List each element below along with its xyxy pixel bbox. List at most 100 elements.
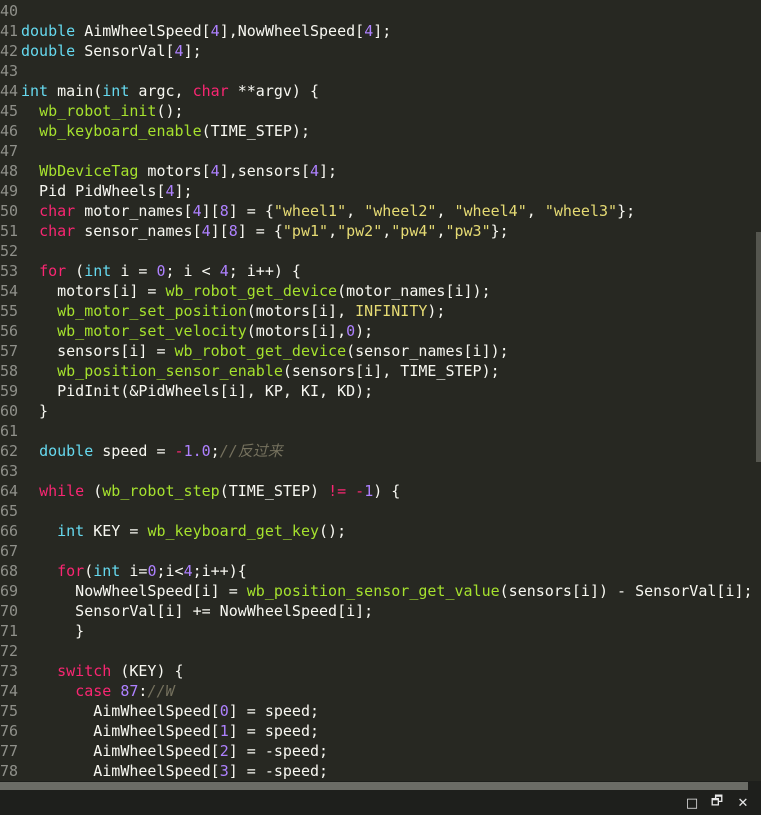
code-line[interactable]: 77 AimWheelSpeed[2] = -speed; [0,741,328,761]
code-line[interactable]: 60 } [0,401,48,421]
line-number: 43 [0,62,19,80]
code-line[interactable]: 42 double SensorVal[4]; [0,41,202,61]
code-line[interactable]: 44 int main(int argc, char **argv) { [0,81,319,101]
code-line[interactable]: 46 wb_keyboard_enable(TIME_STEP); [0,121,310,141]
code-line[interactable]: 64 while (wb_robot_step(TIME_STEP) != -1… [0,481,400,501]
line-number: 44 [0,82,19,100]
code-line[interactable]: 65 [0,501,21,521]
code-token: "wheel4" [454,202,527,220]
code-line[interactable]: 41 double AimWheelSpeed[4],NowWheelSpeed[… [0,21,391,41]
code-line[interactable]: 48 WbDeviceTag motors[4],sensors[4]; [0,161,337,181]
horizontal-scrollbar-thumb[interactable] [0,782,748,790]
code-line[interactable]: 55 wb_motor_set_position(motors[i], INFI… [0,301,445,321]
code-line[interactable]: 40 [0,1,21,21]
code-line[interactable]: 73 switch (KEY) { [0,661,184,681]
code-token: ]; [183,42,202,60]
code-text: for (int i = 0; i < 4; i++) { [21,261,301,281]
minimize-icon[interactable]: □ [684,795,700,811]
code-token: } [21,622,85,640]
code-line[interactable]: 71 } [0,621,84,641]
code-token: int [57,522,85,540]
code-editor[interactable]: 40 41 double AimWheelSpeed[4],NowWheelSpee… [0,0,761,781]
line-number: 50 [0,202,19,220]
code-text: while (wb_robot_step(TIME_STEP) != -1) { [21,481,400,501]
window-bottom-bar: □ 🗗 ✕ [0,791,761,815]
code-token: "wheel2" [364,202,437,220]
code-token: ( [66,262,85,280]
code-line[interactable]: 50 char motor_names[4][8] = {"wheel1", "… [0,201,635,221]
code-token: }; [490,222,509,240]
code-token: for [39,262,67,280]
code-line[interactable]: 58 wb_position_sensor_enable(sensors[i],… [0,361,500,381]
code-line[interactable]: 69 NowWheelSpeed[i] = wb_position_sensor… [0,581,753,601]
code-line[interactable]: 52 [0,241,21,261]
code-token: //W [147,682,175,700]
code-text: AimWheelSpeed[3] = -speed; [21,761,328,781]
code-line[interactable]: 53 for (int i = 0; i < 4; i++) { [0,261,301,281]
code-token: ); [355,322,374,340]
code-token: motor_names[ [75,202,193,220]
code-line[interactable]: 56 wb_motor_set_velocity(motors[i],0); [0,321,373,341]
code-text: case 87://W [21,681,175,701]
code-line[interactable]: 62 double speed = -1.0;//反过来 [0,441,283,461]
code-token: //反过来 [219,442,283,460]
code-line[interactable]: 63 [0,461,21,481]
code-token: wb_position_sensor_get_value [246,582,500,600]
code-line[interactable]: 78 AimWheelSpeed[3] = -speed; [0,761,328,781]
code-line[interactable]: 70 SensorVal[i] += NowWheelSpeed[i]; [0,601,373,621]
line-number: 70 [0,602,19,620]
code-token: int [93,562,121,580]
code-line[interactable]: 66 int KEY = wb_keyboard_get_key(); [0,521,346,541]
line-number: 57 [0,342,19,360]
code-line[interactable]: 75 AimWheelSpeed[0] = speed; [0,701,319,721]
code-line[interactable]: 51 char sensor_names[4][8] = {"pw1","pw2… [0,221,509,241]
code-line[interactable]: 45 wb_robot_init(); [0,101,184,121]
code-token: double [21,22,76,40]
restore-icon[interactable]: 🗗 [709,794,725,811]
code-line[interactable]: 47 [0,141,21,161]
code-token: - [174,442,184,460]
code-line[interactable]: 68 for(int i=0;i<4;i++){ [0,561,247,581]
code-token: "pw2" [337,222,383,240]
code-token: int [84,262,112,280]
code-token: ][ [210,222,229,240]
code-line[interactable]: 61 [0,421,21,441]
code-line[interactable]: 59 PidInit(&PidWheels[i], KP, KI, KD); [0,381,373,401]
code-line[interactable]: 72 [0,641,21,661]
code-line[interactable]: 76 AimWheelSpeed[1] = speed; [0,721,319,741]
code-token: case [75,682,112,700]
code-token: "pw4" [391,222,437,240]
code-token: 4 [165,182,175,200]
line-number: 54 [0,282,19,300]
code-token: }; [617,202,636,220]
code-text: sensors[i] = wb_robot_get_device(sensor_… [21,341,509,361]
code-token: ] = { [228,202,274,220]
code-token: (); [319,522,347,540]
code-line[interactable]: 74 case 87://W [0,681,175,701]
line-number: 64 [0,482,19,500]
code-token: , [382,222,392,240]
code-line[interactable]: 43 [0,61,21,81]
line-number: 56 [0,322,19,340]
line-number: 42 [0,42,19,60]
line-number: 78 [0,762,19,780]
code-text: double AimWheelSpeed[4],NowWheelSpeed[4]… [21,21,391,41]
code-token: "wheel3" [544,202,618,220]
close-icon[interactable]: ✕ [735,795,751,811]
code-token: for [57,562,85,580]
code-token: 87 [120,682,139,700]
vertical-scrollbar[interactable] [756,232,761,462]
line-number: 63 [0,462,19,480]
code-token: main( [48,82,103,100]
code-line[interactable]: 54 motors[i] = wb_robot_get_device(motor… [0,281,491,301]
code-line[interactable]: 49 Pid PidWheels[4]; [0,181,193,201]
code-token: AimWheelSpeed[ [21,722,220,740]
code-line[interactable]: 57 sensors[i] = wb_robot_get_device(sens… [0,341,509,361]
code-token: ;i++){ [192,562,247,580]
horizontal-scrollbar[interactable] [0,781,761,791]
code-token: sensors[i] = [21,342,175,360]
code-line[interactable]: 67 [0,541,21,561]
